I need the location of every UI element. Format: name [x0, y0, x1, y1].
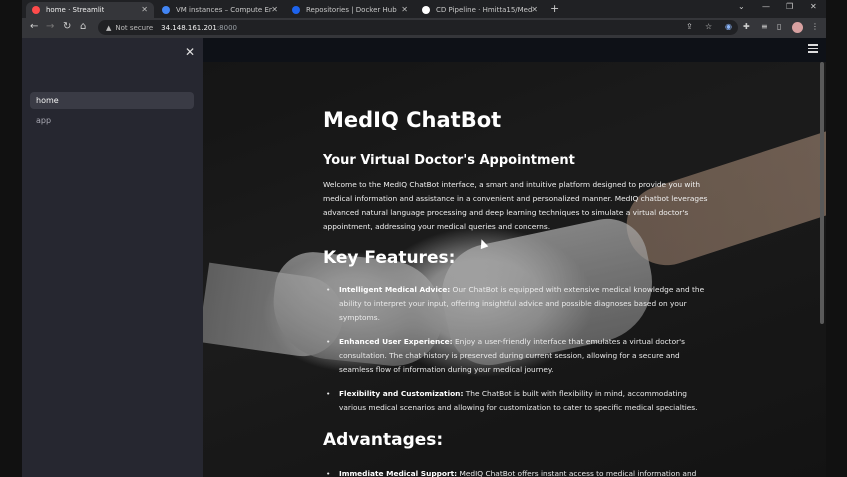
close-tab-icon[interactable]: ✕ — [531, 5, 538, 14]
tab-search-icon[interactable]: ⌄ — [738, 2, 745, 11]
features-heading: Key Features: — [323, 248, 456, 268]
extensions-puzzle-icon[interactable]: ✚ — [743, 22, 750, 31]
tab-title: CD Pipeline · Hmitta15/MedIQ-C — [436, 6, 532, 14]
feature-label: Enhanced User Experience: — [339, 337, 453, 346]
tab-title: VM instances – Compute Engine — [176, 6, 272, 14]
maximize-icon[interactable]: ❐ — [786, 2, 793, 11]
browser-menu-icon[interactable]: ⋮ — [811, 22, 819, 31]
feature-list-item: • Intelligent Medical Advice: Our ChatBo… — [323, 283, 708, 325]
streamlit-app: ✕ home app MedIQ ChatBot Your Virtual Do… — [22, 38, 826, 477]
bullet-icon: • — [326, 337, 331, 346]
browser-toolbar: ← → ↻ ⌂ ▲ Not secure 34.148.161.201 :800… — [22, 18, 826, 38]
new-tab-button[interactable]: + — [550, 2, 559, 15]
home-icon[interactable]: ⌂ — [80, 21, 86, 32]
feature-list-item: • Enhanced User Experience: Enjoy a user… — [323, 335, 708, 377]
intro-paragraph: Welcome to the MedIQ ChatBot interface, … — [323, 180, 708, 231]
minimize-icon[interactable]: — — [762, 2, 770, 11]
advantages-heading: Advantages: — [323, 430, 444, 450]
hamburger-menu-icon[interactable] — [808, 44, 818, 55]
side-panel-icon[interactable]: ▯ — [777, 22, 781, 31]
browser-tab-vm-instances[interactable]: VM instances – Compute Engine ✕ — [156, 2, 284, 18]
screen-border-right — [826, 0, 847, 477]
advantage-label: Immediate Medical Support: — [339, 469, 458, 477]
sidebar-item-app[interactable]: app — [30, 112, 194, 129]
sidebar-item-label: app — [36, 116, 52, 125]
feature-label: Intelligent Medical Advice: — [339, 285, 451, 294]
browser-tab-docker-hub[interactable]: Repositories | Docker Hub ✕ — [286, 2, 414, 18]
browser-tab-cd-pipeline[interactable]: CD Pipeline · Hmitta15/MedIQ-C ✕ — [416, 2, 544, 18]
sidebar: ✕ home app — [22, 38, 203, 477]
sidebar-item-label: home — [36, 96, 59, 105]
reload-icon[interactable]: ↻ — [63, 21, 71, 32]
address-bar[interactable]: ▲ Not secure 34.148.161.201 :8000 — [98, 20, 738, 35]
page-scrollbar[interactable] — [820, 62, 824, 324]
feature-list-item: • Flexibility and Customization: The Cha… — [323, 387, 708, 415]
streamlit-favicon-icon — [32, 6, 40, 14]
docker-favicon-icon — [292, 6, 300, 14]
share-icon[interactable]: ⇪ — [686, 22, 693, 31]
bullet-icon: • — [326, 389, 331, 398]
tab-strip: home · Streamlit ✕ VM instances – Comput… — [22, 0, 826, 18]
screen-border-left — [0, 0, 22, 477]
back-icon[interactable]: ← — [30, 21, 38, 32]
media-control-icon[interactable]: ≡ — [761, 22, 768, 31]
url-port: :8000 — [216, 23, 238, 32]
warning-icon: ▲ — [106, 23, 112, 32]
url-host: 34.148.161.201 — [161, 23, 217, 32]
browser-chrome: home · Streamlit ✕ VM instances – Comput… — [22, 0, 826, 38]
close-tab-icon[interactable]: ✕ — [271, 5, 278, 14]
page-title: MedIQ ChatBot — [323, 108, 502, 132]
bookmark-star-icon[interactable]: ☆ — [705, 22, 712, 31]
github-favicon-icon — [422, 6, 430, 14]
tab-title: home · Streamlit — [46, 6, 105, 14]
advantage-list-item: • Immediate Medical Support: MedIQ ChatB… — [323, 467, 708, 477]
page-subtitle: Your Virtual Doctor's Appointment — [323, 153, 575, 168]
compute-engine-favicon-icon — [162, 6, 170, 14]
advantage-text: MedIQ ChatBot offers instant access to m… — [457, 469, 697, 477]
close-tab-icon[interactable]: ✕ — [401, 5, 408, 14]
extension-icon[interactable]: ◉ — [725, 22, 732, 31]
forward-icon[interactable]: → — [46, 21, 54, 32]
profile-avatar[interactable] — [792, 22, 803, 33]
close-window-icon[interactable]: ✕ — [810, 2, 817, 11]
browser-tab-home[interactable]: home · Streamlit ✕ — [26, 2, 154, 18]
security-label: Not secure — [115, 23, 154, 32]
feature-label: Flexibility and Customization: — [339, 389, 464, 398]
bullet-icon: • — [326, 469, 331, 477]
sidebar-item-home[interactable]: home — [30, 92, 194, 109]
tab-title: Repositories | Docker Hub — [306, 6, 397, 14]
close-sidebar-icon[interactable]: ✕ — [185, 45, 195, 59]
close-tab-icon[interactable]: ✕ — [141, 5, 148, 14]
bullet-icon: • — [326, 285, 331, 294]
